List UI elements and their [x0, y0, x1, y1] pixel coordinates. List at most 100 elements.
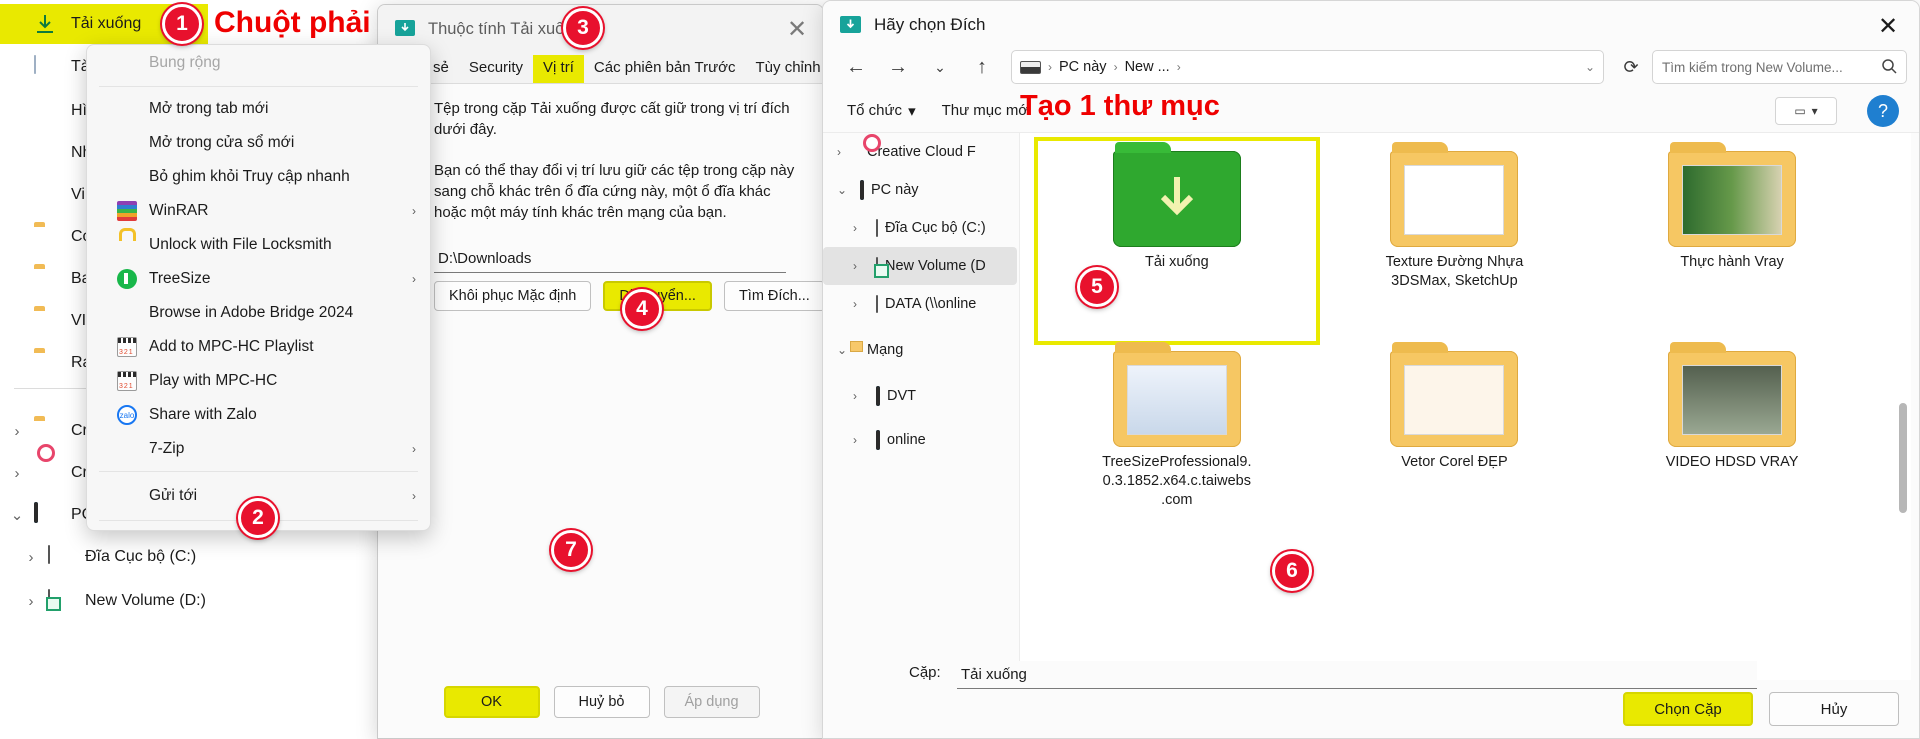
close-icon[interactable]: ✕	[1865, 9, 1911, 43]
select-folder-button[interactable]: Chọn Cặp	[1623, 692, 1753, 726]
tab-customize[interactable]: Tùy chỉnh	[746, 55, 823, 83]
search-input[interactable]: Tìm kiếm trong New Volume...	[1652, 50, 1907, 84]
menu-item-open-new-tab[interactable]: Mở trong tab mới	[87, 92, 430, 126]
new-folder-button[interactable]: Thư mục mới	[942, 102, 1032, 119]
caret-down-icon: ▾	[908, 102, 916, 120]
breadcrumb-new-volume[interactable]: New ...	[1125, 59, 1170, 75]
menu-item-label: Gửi tới	[149, 487, 198, 504]
context-menu[interactable]: Bung rộng Mở trong tab mới Mở trong cửa …	[86, 44, 431, 531]
menu-item-play-mpc[interactable]: Play with MPC-HC	[87, 364, 430, 398]
file-item-treesize[interactable]: TreeSizeProfessional9.0.3.1852.x64.c.tai…	[1038, 341, 1316, 541]
properties-tabs[interactable]: Chia sẻ Security Vị trí Các phiên bản Tr…	[378, 49, 823, 83]
apply-button[interactable]: Áp dụng	[663, 686, 760, 718]
folder-icon	[34, 310, 62, 332]
menu-item-share-zalo[interactable]: zalo Share with Zalo	[87, 398, 430, 432]
folder-icon	[34, 226, 62, 248]
properties-body: Tệp trong cặp Tải xuống được cất giữ tro…	[378, 83, 823, 738]
file-item-video-hdsd-vray[interactable]: VIDEO HDSD VRAY	[1593, 341, 1871, 541]
help-button[interactable]: ?	[1867, 95, 1899, 127]
restore-default-button[interactable]: Khôi phục Mặc định	[434, 281, 592, 311]
chevron-right-icon[interactable]: ›	[853, 259, 869, 273]
drive-icon	[876, 219, 878, 237]
nav-item-label: Tải xuống	[71, 15, 142, 32]
tab-previous-versions[interactable]: Các phiên bản Trước	[584, 55, 746, 83]
annotation-badge-1: 1	[162, 4, 202, 44]
menu-item-winrar[interactable]: WinRAR ›	[87, 194, 430, 228]
menu-item-label: TreeSize	[149, 270, 211, 287]
zalo-icon: zalo	[117, 405, 137, 425]
tree-item-data-network[interactable]: › DATA (\\online	[823, 285, 1017, 323]
search-icon[interactable]	[1881, 58, 1897, 77]
cancel-button[interactable]: Huỷ bỏ	[553, 686, 650, 718]
menu-item-treesize[interactable]: TreeSize ›	[87, 262, 430, 296]
music-icon	[34, 142, 62, 164]
breadcrumb-this-pc[interactable]: PC này	[1059, 59, 1107, 75]
forward-button[interactable]: →	[879, 50, 917, 84]
tree-item-this-pc[interactable]: ⌄ PC này	[823, 171, 1017, 209]
chevron-right-icon[interactable]: ›	[853, 389, 869, 403]
monitor-icon	[876, 430, 880, 450]
up-button[interactable]: ↑	[963, 50, 1001, 84]
chevron-down-icon[interactable]: ⌄	[837, 183, 853, 197]
tree-item-online[interactable]: › online	[823, 421, 1017, 459]
tree-item-network[interactable]: ⌄ Mạng	[823, 331, 1017, 369]
view-options-button[interactable]: ▭ ▾	[1775, 97, 1837, 125]
folder-name-input[interactable]	[957, 661, 1757, 689]
choose-destination-dialog: Hãy chọn Đích ✕ ← → ⌄ ↑ › PC này › New .…	[822, 0, 1920, 739]
chevron-right-icon[interactable]: ›	[853, 297, 869, 311]
breadcrumb-separator: ›	[1113, 60, 1118, 74]
file-item-thuc-hanh-vray[interactable]: Thực hành Vray	[1593, 141, 1871, 341]
folder-icon	[1668, 342, 1797, 447]
chevron-down-icon[interactable]: ⌄	[0, 506, 34, 524]
tab-security[interactable]: Security	[459, 55, 533, 83]
chevron-right-icon[interactable]: ›	[853, 221, 869, 235]
chevron-right-icon: ›	[412, 489, 416, 503]
annotation-badge-5: 5	[1077, 267, 1117, 307]
chevron-right-icon[interactable]: ›	[853, 433, 869, 447]
chevron-down-icon[interactable]: ⌄	[1585, 60, 1595, 74]
lock-icon	[117, 235, 137, 255]
organize-button[interactable]: Tổ chức ▾	[847, 102, 916, 120]
menu-item-unpin-quick-access[interactable]: Bỏ ghim khỏi Truy cập nhanh	[87, 160, 430, 194]
menu-item-open-new-window[interactable]: Mở trong cửa sổ mới	[87, 126, 430, 160]
menu-item-adobe-bridge[interactable]: Browse in Adobe Bridge 2024	[87, 296, 430, 330]
chevron-right-icon[interactable]: ›	[14, 593, 48, 610]
chevron-right-icon[interactable]: ›	[0, 465, 34, 482]
recent-locations-button[interactable]: ⌄	[921, 50, 959, 84]
chevron-right-icon[interactable]: ›	[0, 423, 34, 440]
folder-icon	[1112, 342, 1241, 447]
ok-button[interactable]: OK	[443, 686, 540, 718]
location-path-input[interactable]	[434, 245, 786, 273]
back-button[interactable]: ←	[837, 50, 875, 84]
find-target-button[interactable]: Tìm Đích...	[723, 281, 823, 311]
annotation-badge-3: 3	[563, 8, 603, 48]
chevron-right-icon[interactable]: ›	[837, 145, 853, 159]
vertical-scrollbar[interactable]	[1899, 403, 1907, 513]
file-item-tai-xuong[interactable]: Tải xuống	[1034, 137, 1320, 345]
cancel-button[interactable]: Hủy	[1769, 692, 1899, 726]
annotation-badge-6: 6	[1272, 551, 1312, 591]
tree-item-label: Creative Cloud F	[867, 144, 976, 160]
breadcrumb[interactable]: › PC này › New ... › ⌄	[1011, 50, 1604, 84]
file-item-label: Vetor Corel ĐẸP	[1401, 454, 1508, 470]
file-item-vetor-corel[interactable]: Vetor Corel ĐẸP	[1316, 341, 1594, 541]
tree-item-dvt[interactable]: › DVT	[823, 377, 1017, 415]
menu-item-file-locksmith[interactable]: Unlock with File Locksmith	[87, 228, 430, 262]
network-drive-icon	[876, 257, 878, 275]
properties-dialog: Thuộc tính Tải xuống ✕ Chia sẻ Security …	[377, 4, 824, 739]
file-item-label: VIDEO HDSD VRAY	[1665, 454, 1799, 470]
chevron-right-icon[interactable]: ›	[14, 549, 48, 566]
close-icon[interactable]: ✕	[771, 5, 823, 53]
tree-item-new-volume-d[interactable]: › New Volume (D	[823, 247, 1017, 285]
annotation-badge-2: 2	[238, 498, 278, 538]
menu-item-7zip[interactable]: 7-Zip ›	[87, 432, 430, 466]
menu-item-add-mpc-playlist[interactable]: Add to MPC-HC Playlist	[87, 330, 430, 364]
tab-vi-tri[interactable]: Vị trí	[533, 55, 584, 83]
folder-icon	[1390, 142, 1519, 247]
file-item-texture[interactable]: Texture Đường Nhựa 3DSMax, SketchUp	[1316, 141, 1594, 341]
refresh-icon[interactable]: ⟳	[1614, 50, 1648, 84]
tree-item-local-disk-c[interactable]: › Đĩa Cục bộ (C:)	[823, 209, 1017, 247]
tree-item-label: DVT	[887, 388, 916, 404]
picker-title: Hãy chọn Đích	[874, 15, 986, 34]
tree-item-creative-cloud[interactable]: › Creative Cloud F	[823, 133, 1017, 171]
